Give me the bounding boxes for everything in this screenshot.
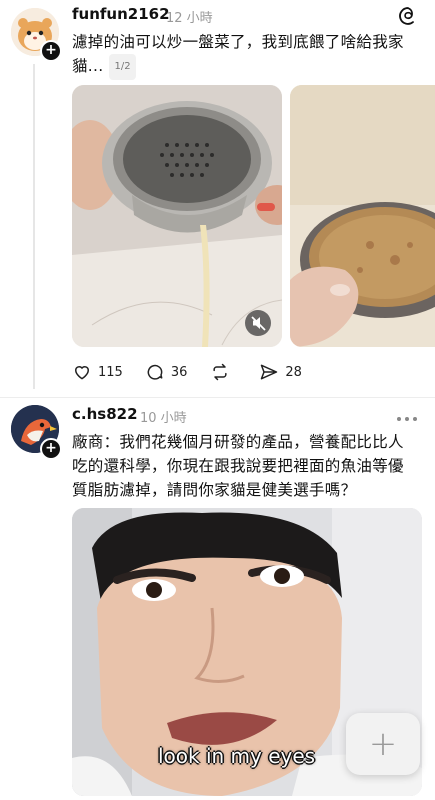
post-image-colander[interactable] bbox=[72, 85, 282, 347]
video-caption: look in my eyes bbox=[158, 744, 316, 768]
repost-button[interactable] bbox=[209, 362, 237, 382]
comment-icon bbox=[147, 364, 163, 380]
post-username[interactable]: c.hs822 bbox=[72, 405, 138, 423]
can-photo bbox=[290, 85, 435, 347]
heart-icon bbox=[74, 366, 90, 380]
threads-logo-icon[interactable] bbox=[398, 6, 418, 30]
page-indicator: 1/2 bbox=[109, 54, 136, 80]
follow-plus-icon[interactable]: + bbox=[40, 40, 62, 62]
post-text: 濾掉的油可以炒一盤菜了，我到底餵了啥給我家 貓... 1/2 bbox=[72, 30, 427, 80]
post-divider bbox=[0, 397, 435, 398]
more-icon[interactable] bbox=[396, 408, 418, 427]
post-text-line: 廠商：我們花幾個月研發的產品，營養配比比人 bbox=[72, 433, 404, 451]
comment-button[interactable]: 36 bbox=[145, 362, 188, 382]
post-text-line: 濾掉的油可以炒一盤菜了，我到底餵了啥給我家 bbox=[72, 33, 404, 51]
repost-icon bbox=[213, 363, 227, 381]
thread-connector-line bbox=[33, 64, 35, 389]
post-text-line: 貓... bbox=[72, 57, 104, 75]
like-button[interactable]: 115 bbox=[72, 362, 123, 382]
post-image-can[interactable] bbox=[290, 85, 435, 347]
post-text: 廠商：我們花幾個月研發的產品，營養配比比人 吃的還科學，你現在跟我說要把裡面的魚… bbox=[72, 430, 427, 502]
post-time: 10 小時 bbox=[140, 411, 187, 426]
comment-count: 36 bbox=[170, 364, 188, 380]
follow-plus-icon[interactable]: + bbox=[40, 438, 62, 460]
share-icon bbox=[261, 364, 278, 380]
plus-icon: + bbox=[368, 724, 398, 764]
compose-button[interactable]: + bbox=[346, 713, 420, 775]
post-username[interactable]: funfun2162 bbox=[72, 5, 170, 23]
post-time: 12 小時 bbox=[166, 11, 213, 26]
colander-photo bbox=[72, 85, 282, 347]
share-count: 28 bbox=[285, 364, 302, 380]
like-count: 115 bbox=[98, 364, 123, 380]
post-text-line: 質脂肪濾掉，請問你家貓是健美選手嗎？ bbox=[72, 481, 357, 499]
post-actions: 115 36 28 bbox=[72, 362, 324, 382]
share-button[interactable]: 28 bbox=[259, 362, 302, 382]
post-text-line: 吃的還科學，你現在跟我說要把裡面的魚油等優 bbox=[72, 457, 404, 475]
mute-icon[interactable] bbox=[245, 310, 271, 336]
